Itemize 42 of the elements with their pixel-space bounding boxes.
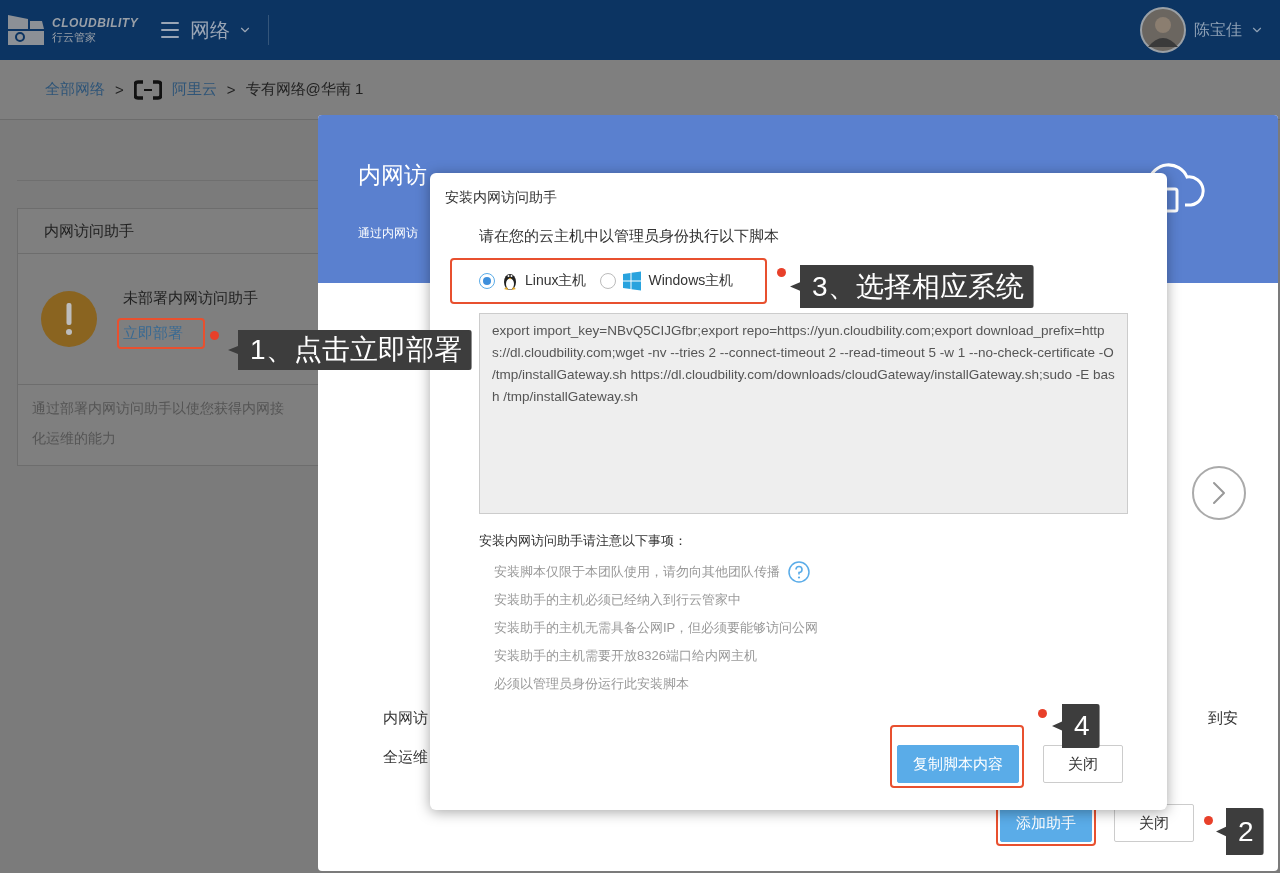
breadcrumb-current: 专有网络@华南 1 [245,80,364,99]
avatar-icon [1140,7,1186,53]
close-button[interactable]: 关闭 [1043,745,1123,783]
next-button[interactable] [1192,466,1246,520]
note-text: 必须以管理员身份运行此安装脚本 [494,675,689,693]
note-text: 安装助手的主机无需具备公网IP，但必须要能够访问公网 [494,619,819,637]
logo-subtext: 行云管家 [52,30,97,43]
step-callout: 1、点击立即部署 [228,330,472,370]
script-box[interactable]: export import_key=NBvQ5CIJGfbr;export repo=https://yun.cloudbility.com;export download_prefix=https://dl.cloudbility.com;wget -nv --tries 2 --connect-timeout 2 --read-timeout 5 -w 1 --no-check-certificate -O /tmp/installGateway.sh https://dl.cloudbility.com/downloads/cloudGateway/installGateway.sh;sudo -E bash /tmp/installGateway.sh [479,313,1128,514]
panel-subtitle: 通过内网访 [358,225,418,242]
note-text: 安装助手的主机必须已经纳入到行云管家中 [494,591,741,609]
windows-icon [622,271,643,291]
panel-title: 内网访 [358,161,427,190]
notes-title: 安装内网访问助手请注意以下事项： [479,532,688,550]
radio-button[interactable] [479,273,495,289]
marker-dot [1038,709,1047,718]
logo-icon [6,13,46,47]
menu-button[interactable]: 网络 [158,16,253,44]
body-text: 全运维 [383,747,428,767]
close-button[interactable]: 关闭 [1114,804,1194,842]
user-menu[interactable]: 陈宝佳 [1140,7,1264,53]
penguin-icon [501,271,519,291]
note-text: 安装脚本仅限于本团队使用，请勿向其他团队传播 [494,563,780,581]
warning-icon [41,291,97,347]
step-callout: 3、选择相应系统 [790,265,1034,308]
breadcrumb-separator: > [115,81,124,98]
dialog-title: 安装内网访问助手 [445,189,558,207]
note-text: 安装助手的主机需要开放8326端口给内网主机 [494,647,757,665]
marker-dot [210,331,219,340]
body-text: 内网访 [383,708,428,728]
breadcrumb-separator: > [226,81,236,98]
provider-logo-icon [133,79,162,100]
marker-dot [777,268,786,277]
help-icon[interactable] [788,561,810,583]
os-option[interactable]: Windows主机 [600,271,734,291]
marker-dot [1204,816,1213,825]
status-text: 未部署内网访问助手 [123,289,258,308]
body-text: 到安 [1208,708,1238,728]
radio-button[interactable] [600,273,617,289]
logo-text: CLOUDBILITY [52,17,139,31]
instruction-text: 请在您的云主机中以管理员身份执行以下脚本 [479,227,780,246]
os-option[interactable]: Linux主机 [479,271,587,291]
